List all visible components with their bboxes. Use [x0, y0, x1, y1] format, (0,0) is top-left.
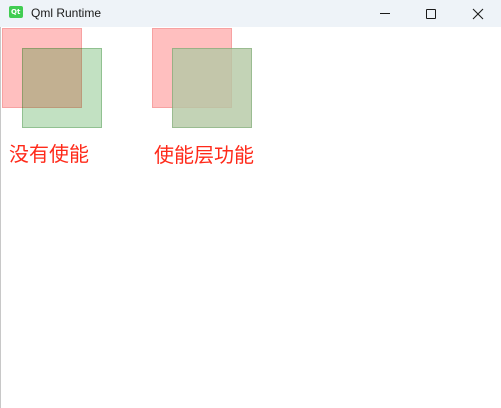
title-bar[interactable]: Qt Qml Runtime — [0, 0, 501, 27]
window-title: Qml Runtime — [31, 6, 102, 20]
label-layer-enabled: 使能层功能 — [154, 143, 254, 167]
qt-logo-glyph: Qt — [11, 8, 21, 16]
minimize-button[interactable] — [362, 0, 408, 27]
green-square-layer-enabled — [172, 48, 252, 128]
maximize-icon — [426, 8, 436, 19]
qml-runtime-window: Qt Qml Runtime 没有使能 使能层功能 — [0, 0, 501, 408]
green-square-no-layer — [22, 48, 102, 128]
maximize-button[interactable] — [408, 0, 454, 27]
qt-logo-icon: Qt — [9, 6, 23, 18]
label-no-layer: 没有使能 — [9, 142, 89, 166]
close-icon — [472, 8, 484, 19]
close-button[interactable] — [455, 0, 501, 27]
qml-content-area: 没有使能 使能层功能 — [0, 27, 501, 408]
minimize-icon — [380, 13, 390, 14]
